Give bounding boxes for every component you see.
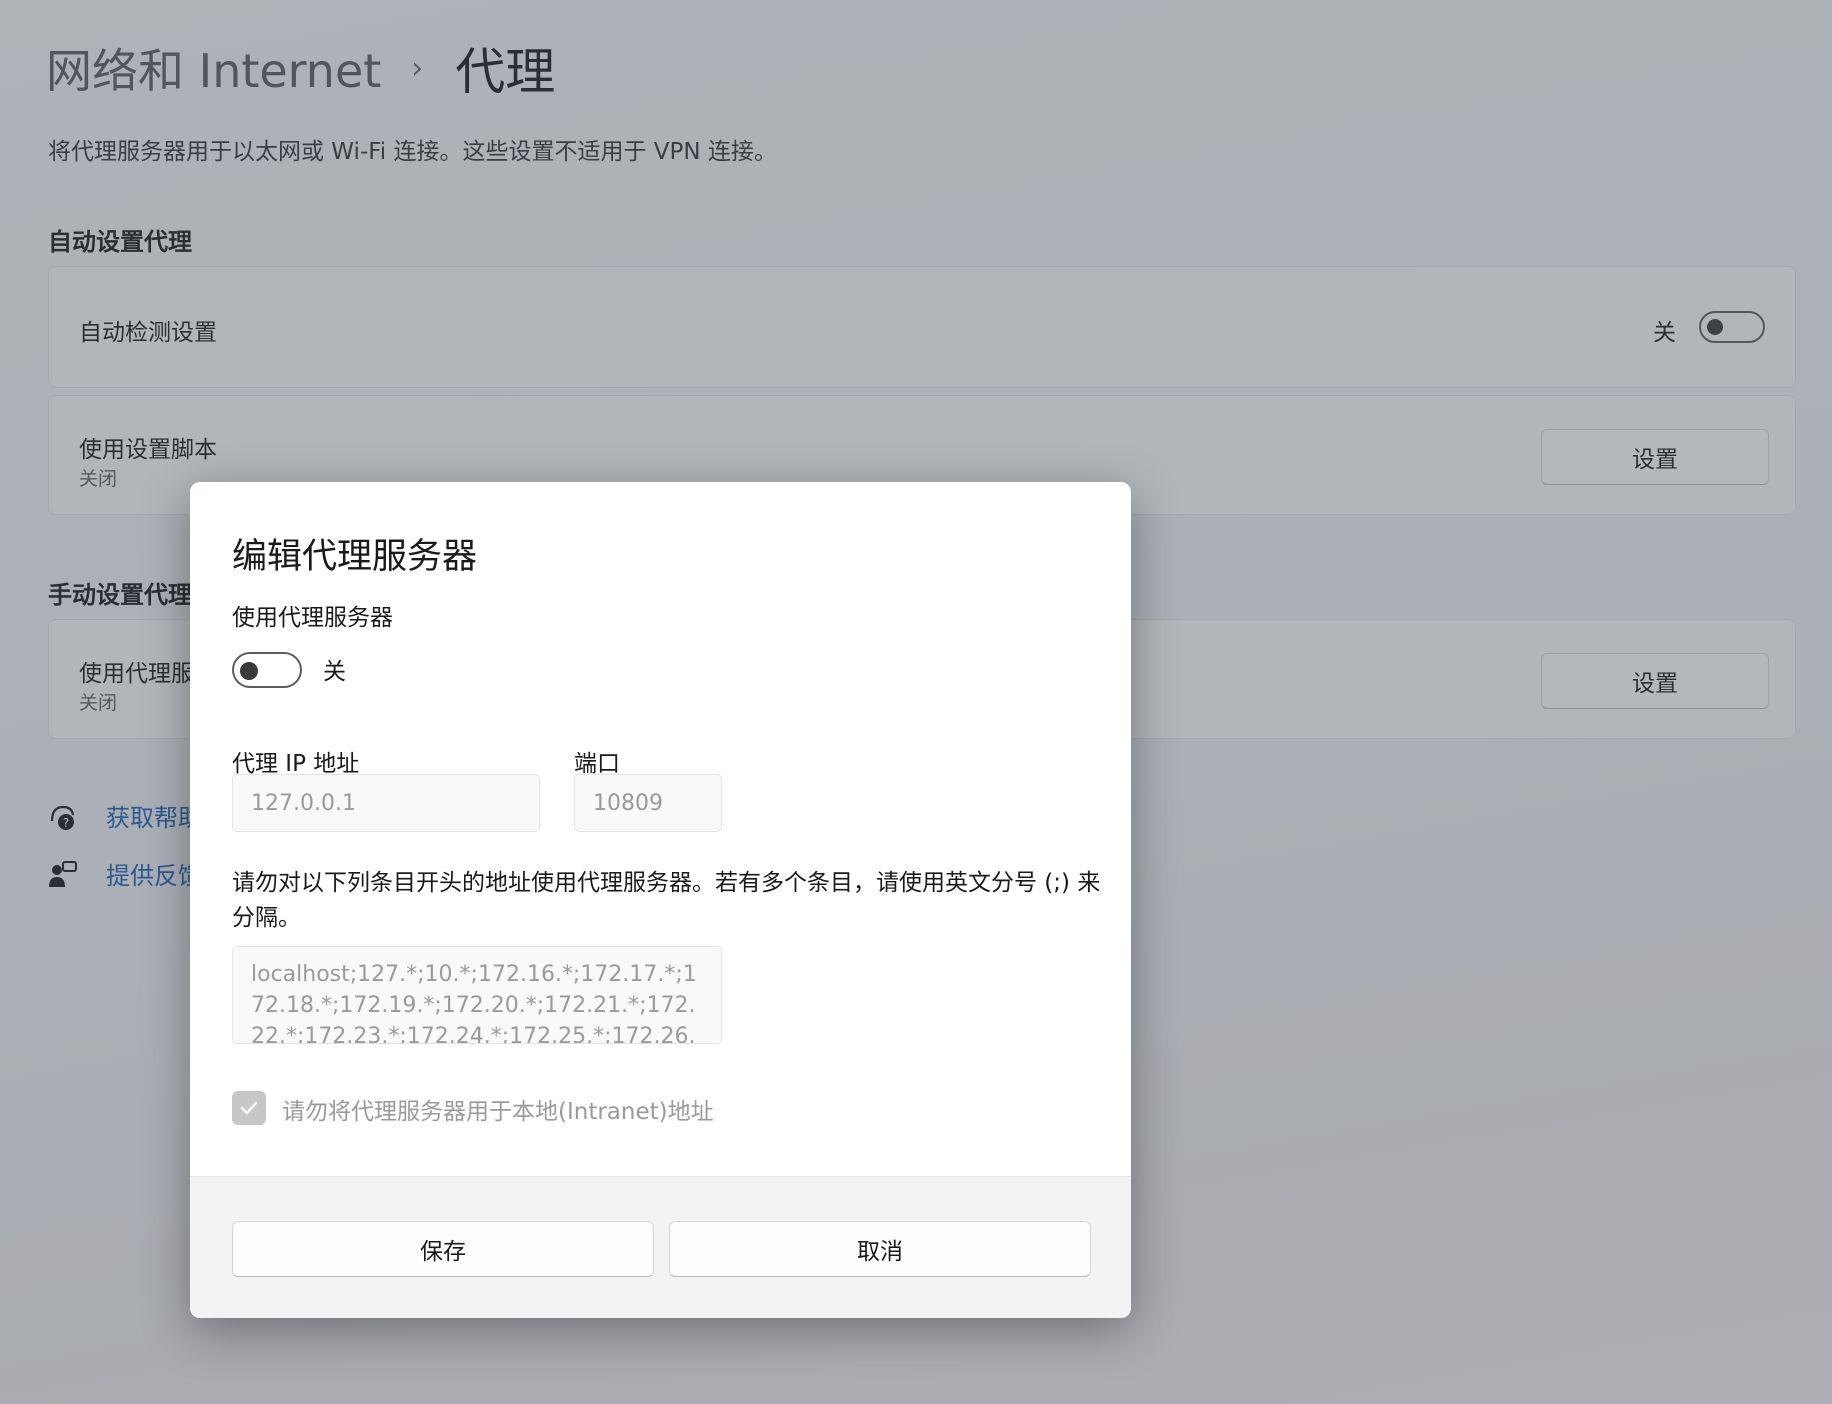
proxy-port-placeholder: 10809 (593, 790, 663, 816)
use-proxy-label: 使用代理服务器 (232, 605, 393, 631)
port-label: 端口 (574, 751, 620, 777)
save-button[interactable]: 保存 (232, 1221, 654, 1277)
dialog-title: 编辑代理服务器 (232, 537, 478, 577)
proxy-port-input[interactable]: 10809 (574, 774, 722, 832)
proxy-ip-input[interactable]: 127.0.0.1 (232, 774, 540, 832)
cancel-button[interactable]: 取消 (669, 1221, 1091, 1277)
edit-proxy-dialog: 编辑代理服务器 使用代理服务器 关 代理 IP 地址 端口 127.0.0.1 … (190, 482, 1131, 1318)
use-proxy-toggle[interactable] (232, 652, 302, 688)
local-address-checkbox[interactable] (232, 1091, 266, 1125)
exceptions-value: localhost;127.*;10.*;172.16.*;172.17.*;1… (251, 962, 697, 1044)
exceptions-label: 请勿对以下列条目开头的地址使用代理服务器。若有多个条目，请使用英文分号 (;) … (232, 870, 1101, 931)
checkmark-icon (240, 1101, 258, 1115)
dialog-footer: 保存 取消 (190, 1176, 1131, 1318)
exceptions-textarea[interactable]: localhost;127.*;10.*;172.16.*;172.17.*;1… (232, 946, 722, 1044)
use-proxy-state: 关 (323, 659, 346, 685)
proxy-ip-placeholder: 127.0.0.1 (251, 790, 356, 816)
ip-label: 代理 IP 地址 (232, 751, 360, 777)
toggle-knob (240, 662, 258, 680)
local-address-checkbox-label: 请勿将代理服务器用于本地(Intranet)地址 (282, 1099, 714, 1125)
